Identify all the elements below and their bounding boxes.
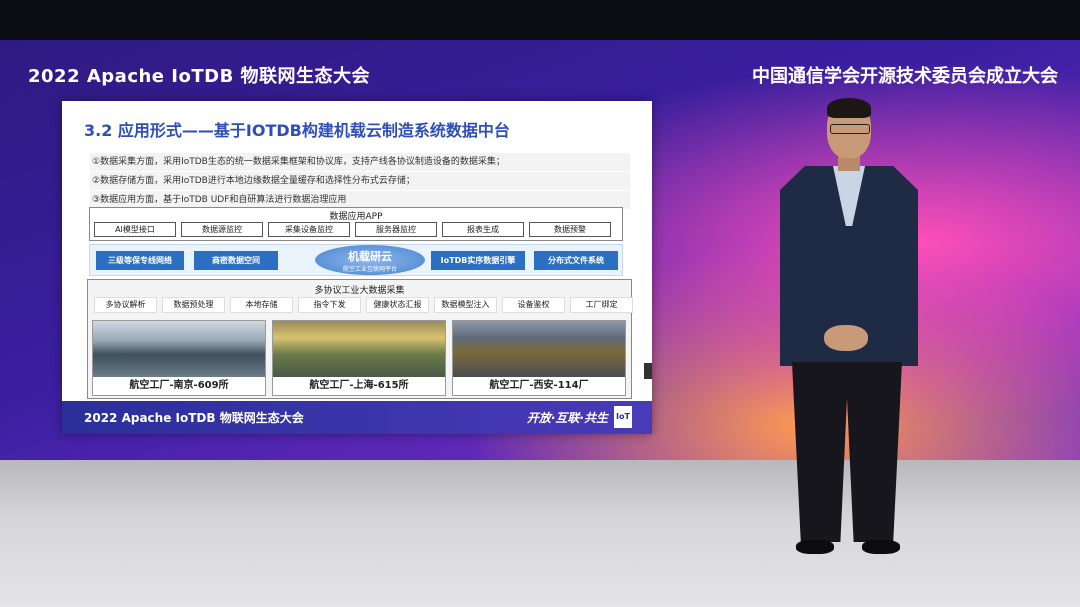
top-letterbox xyxy=(0,0,1080,40)
bullet-item: ②数据存储方面，采用IoTDB进行本地边缘数据全量缓存和选择性分布式云存储； xyxy=(90,172,630,190)
cloud-icon: 机载研云 航空工业互联网平台 xyxy=(315,245,425,275)
factory-image xyxy=(273,321,445,377)
collect-item: 健康状态汇报 xyxy=(366,297,429,313)
collect-item: 指令下发 xyxy=(298,297,361,313)
cloud-title: 机载研云 xyxy=(348,250,392,263)
presenter-hair xyxy=(827,98,871,118)
footer-slogan: 开放·互联·共生 xyxy=(526,411,608,425)
event-title-left: 2022 Apache IoTDB 物联网生态大会 xyxy=(28,66,371,87)
iot-logo-icon: IoT xyxy=(614,406,632,428)
glasses-icon xyxy=(830,124,870,134)
collect-item: 数据模型注入 xyxy=(434,297,497,313)
presenter-shoe xyxy=(796,540,834,554)
collect-layer: 多协议工业大数据采集 多协议解析 数据预处理 本地存储 指令下发 健康状态汇报 … xyxy=(87,279,633,399)
app-item: 数据源监控 xyxy=(181,222,263,237)
factory-label: 航空工厂-南京-609所 xyxy=(93,377,265,395)
factory-photo: 航空工厂-西安-114厂 xyxy=(452,320,626,396)
app-layer: 数据应用APP AI模型接口 数据源监控 采集设备监控 服务器监控 报表生成 数… xyxy=(89,207,623,241)
factory-photo: 航空工厂-上海-615所 xyxy=(272,320,446,396)
cloud-subtitle: 航空工业互联网平台 xyxy=(342,266,397,273)
factory-label: 航空工厂-上海-615所 xyxy=(273,377,445,395)
app-item: 服务器监控 xyxy=(355,222,437,237)
collect-item: 本地存储 xyxy=(230,297,293,313)
presenter xyxy=(772,98,922,580)
collect-layer-caption: 多协议工业大数据采集 xyxy=(314,286,405,296)
collect-item: 工厂绑定 xyxy=(570,297,633,313)
platform-item: 商密数据空间 xyxy=(194,251,278,270)
slide-edge-marker xyxy=(644,363,652,379)
bullet-item: ①数据采集方面，采用IoTDB生态的统一数据采集框架和协议库，支持产线各协议制造… xyxy=(90,153,630,171)
platform-layer: 三级等保专线网络 商密数据空间 机载研云 航空工业互联网平台 IoTDB实序数据… xyxy=(89,244,623,276)
presenter-shoe xyxy=(862,540,900,554)
platform-item: 三级等保专线网络 xyxy=(96,251,184,270)
slide-footer: 2022 Apache IoTDB 物联网生态大会 开放·互联·共生 IoT xyxy=(62,401,652,434)
footer-title: 2022 Apache IoTDB 物联网生态大会 xyxy=(84,411,304,425)
app-item: 报表生成 xyxy=(442,222,524,237)
slide-title: 3.2 应用形式——基于IOTDB构建机载云制造系统数据中台 xyxy=(84,121,510,140)
app-item: 数据预警 xyxy=(529,222,611,237)
factory-image xyxy=(453,321,625,377)
presentation-slide: 3.2 应用形式——基于IOTDB构建机载云制造系统数据中台 ①数据采集方面，采… xyxy=(62,101,652,434)
factory-label: 航空工厂-西安-114厂 xyxy=(453,377,625,395)
collect-item: 数据预处理 xyxy=(162,297,225,313)
app-layer-caption: 数据应用APP xyxy=(329,212,383,222)
factory-image xyxy=(93,321,265,377)
app-item: 采集设备监控 xyxy=(268,222,350,237)
factory-photo: 航空工厂-南京-609所 xyxy=(92,320,266,396)
platform-item: 分布式文件系统 xyxy=(534,251,618,270)
presenter-pants xyxy=(792,362,902,542)
app-item: AI模型接口 xyxy=(94,222,176,237)
slide-bullets: ①数据采集方面，采用IoTDB生态的统一数据采集框架和协议库，支持产线各协议制造… xyxy=(90,153,630,210)
event-title-right: 中国通信学会开源技术委员会成立大会 xyxy=(752,66,1058,87)
collect-item: 多协议解析 xyxy=(94,297,157,313)
collect-item: 设备鉴权 xyxy=(502,297,565,313)
platform-item: IoTDB实序数据引擎 xyxy=(431,251,525,270)
presenter-hands xyxy=(824,325,868,351)
